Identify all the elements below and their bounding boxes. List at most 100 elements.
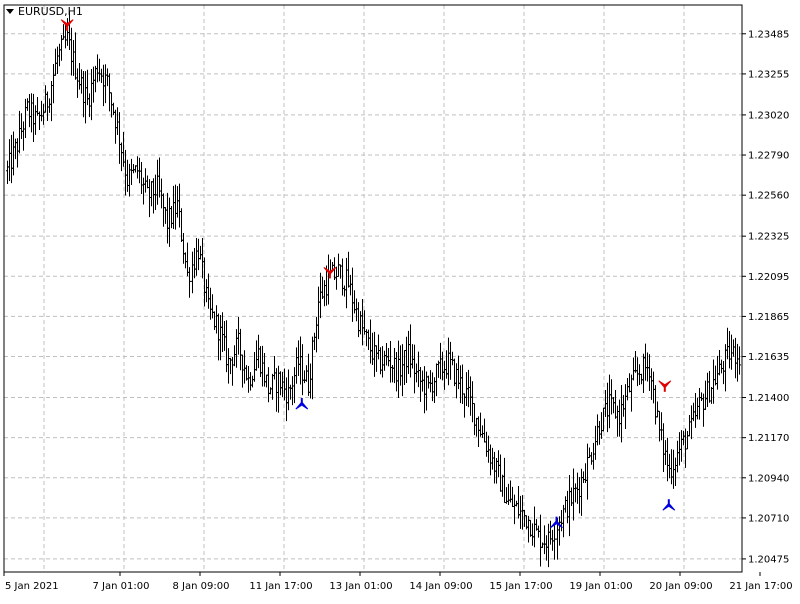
ohlc-bar xyxy=(574,483,577,503)
price-chart[interactable]: 1.23485 1.23255 1.23020 1.22790 1.22560 1.223… xyxy=(0,0,800,600)
ohlc-bar xyxy=(84,71,87,124)
ohlc-bar xyxy=(610,379,613,415)
ohlc-bar xyxy=(345,257,348,309)
ohlc-bar xyxy=(307,353,310,396)
y-tick-label: 1.20475 xyxy=(748,554,789,565)
symbol-text: EURUSD,H1 xyxy=(18,5,83,18)
ohlc-bar xyxy=(481,425,484,438)
ohlc-bar xyxy=(686,430,689,450)
ohlc-bar xyxy=(180,208,183,243)
ohlc-bar xyxy=(50,80,53,122)
ohlc-bar xyxy=(176,186,179,218)
ohlc-bar xyxy=(650,368,653,400)
ohlc-bar xyxy=(367,329,370,351)
ohlc-bar xyxy=(267,367,270,403)
ohlc-bar xyxy=(445,350,448,379)
ohlc-bar xyxy=(616,405,619,437)
ohlc-bar xyxy=(72,39,75,76)
ohlc-bar xyxy=(351,267,354,322)
ohlc-bar xyxy=(231,356,234,386)
ohlc-bar xyxy=(654,385,657,425)
ohlc-bar xyxy=(357,302,360,338)
ohlc-bar xyxy=(511,486,514,508)
ohlc-bar xyxy=(702,393,705,427)
ohlc-bar xyxy=(423,366,426,414)
grid-layer xyxy=(4,5,742,572)
ohlc-bar xyxy=(335,266,338,290)
ohlc-bar xyxy=(96,54,99,83)
ohlc-bar xyxy=(714,365,717,386)
y-tick-label: 1.21400 xyxy=(748,393,789,404)
symbol-label[interactable]: EURUSD,H1 xyxy=(6,5,83,18)
chart-frame xyxy=(3,4,743,573)
ohlc-bar xyxy=(562,504,565,538)
ohlc-bar xyxy=(578,477,581,514)
ohlc-bar xyxy=(531,523,534,546)
y-tick-label: 1.23485 xyxy=(748,29,789,40)
ohlc-bar xyxy=(560,510,563,532)
y-tick-label: 1.20940 xyxy=(748,473,789,484)
ohlc-bar xyxy=(375,345,378,372)
chart-window[interactable]: 1.23485 1.23255 1.23020 1.22790 1.22560 1.223… xyxy=(0,0,800,600)
ohlc-bar xyxy=(435,363,438,397)
ohlc-bar xyxy=(299,336,302,385)
ohlc-bar xyxy=(343,285,346,297)
y-tick-label: 1.20710 xyxy=(748,513,789,524)
ohlc-bar xyxy=(126,159,129,192)
ohlc-bar xyxy=(668,453,671,479)
ohlc-bar xyxy=(311,336,314,400)
dropdown-triangle-icon[interactable] xyxy=(6,9,14,14)
ohlc-bar xyxy=(471,381,474,423)
ohlc-bar xyxy=(608,374,611,429)
ohlc-bar xyxy=(666,437,669,482)
ohlc-bar xyxy=(614,389,617,419)
ohlc-bar xyxy=(205,279,208,303)
y-tick-label: 1.21635 xyxy=(748,352,789,363)
ohlc-bar xyxy=(291,376,294,406)
x-tick-label: 19 Jan 01:00 xyxy=(569,581,632,592)
ohlc-bar xyxy=(547,523,550,568)
ohlc-bar xyxy=(235,329,238,368)
x-tick-label: 14 Jan 09:00 xyxy=(409,581,472,592)
fractal-down-marker xyxy=(295,398,309,410)
ohlc-bar xyxy=(660,412,663,441)
fractal-up-marker xyxy=(658,380,672,392)
ohlc-bar xyxy=(507,483,510,505)
ohlc-bar xyxy=(572,468,575,521)
ohlc-bar xyxy=(736,343,739,382)
ohlc-bar xyxy=(285,377,288,422)
ohlc-bar xyxy=(722,360,725,385)
x-tick-label: 7 Jan 01:00 xyxy=(93,581,150,592)
ohlc-bar xyxy=(387,348,390,367)
ohlc-bar xyxy=(371,332,374,366)
y-tick-label: 1.22790 xyxy=(748,151,789,162)
ohlc-bar xyxy=(347,251,350,288)
ohlc-bar xyxy=(275,368,278,412)
ohlc-bar xyxy=(327,254,330,305)
ohlc-bar xyxy=(413,344,416,394)
ohlc-bar xyxy=(401,344,404,397)
ohlc-bar xyxy=(395,352,398,392)
ohlc-bar xyxy=(523,509,526,527)
ohlc-bar xyxy=(257,334,260,369)
ohlc-bar xyxy=(14,138,17,160)
ohlc-bar xyxy=(184,252,187,269)
ohlc-bar xyxy=(427,375,430,389)
ohlc-bar xyxy=(207,273,210,309)
ohlc-bar xyxy=(88,93,91,118)
ohlc-bar xyxy=(34,105,37,135)
ohlc-bar xyxy=(461,364,464,405)
ohlc-bar xyxy=(98,58,101,82)
price-bars xyxy=(6,11,741,568)
ohlc-bar xyxy=(624,384,627,430)
plot-border xyxy=(3,4,743,573)
ohlc-bar xyxy=(592,442,595,470)
ohlc-bar xyxy=(341,258,344,296)
ohlc-bar xyxy=(568,475,571,537)
ohlc-bar xyxy=(182,233,185,264)
fractal-down-marker xyxy=(662,499,676,511)
ohlc-bar xyxy=(724,344,727,392)
ohlc-bar xyxy=(499,454,502,492)
ohlc-bar xyxy=(128,163,131,197)
ohlc-bar xyxy=(86,69,89,106)
